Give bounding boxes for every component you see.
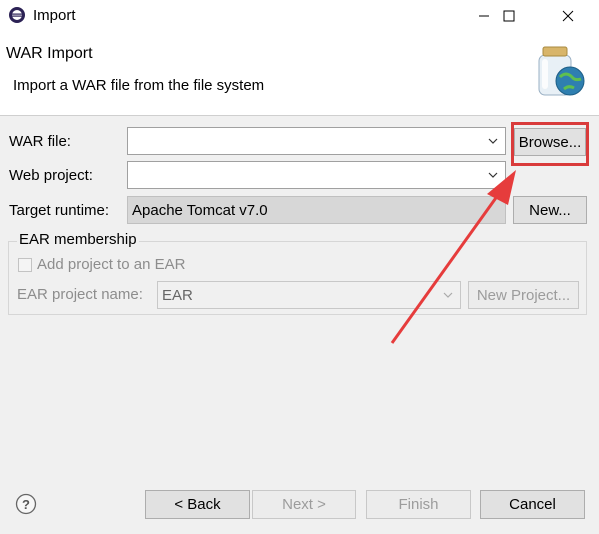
annotation-arrow-icon [390, 170, 516, 344]
war-file-combo[interactable] [127, 127, 506, 155]
wizard-title: WAR Import [6, 45, 93, 62]
target-runtime-label: Target runtime: [9, 202, 110, 219]
chevron-down-icon [488, 138, 498, 144]
help-icon[interactable]: ? [15, 493, 37, 515]
window-title: Import [33, 7, 76, 24]
ear-membership-title: EAR membership [17, 231, 139, 248]
war-jar-globe-icon [538, 46, 585, 96]
maximize-icon [503, 10, 515, 21]
next-button[interactable]: Next > [252, 490, 356, 519]
target-runtime-value: Apache Tomcat v7.0 [132, 202, 268, 219]
add-to-ear-checkbox[interactable] [18, 258, 32, 272]
title-bar: Import [0, 0, 599, 31]
finish-button[interactable]: Finish [366, 490, 471, 519]
add-to-ear-label: Add project to an EAR [37, 256, 186, 273]
ear-project-name-label: EAR project name: [17, 286, 143, 303]
eclipse-app-icon [9, 7, 25, 23]
maximize-button[interactable] [486, 0, 532, 31]
back-button[interactable]: < Back [145, 490, 250, 519]
close-icon [562, 10, 574, 21]
close-button[interactable] [545, 0, 591, 31]
cancel-button[interactable]: Cancel [480, 490, 585, 519]
ear-project-name-value: EAR [162, 287, 193, 304]
war-file-label: WAR file: [9, 133, 71, 150]
web-project-label: Web project: [9, 167, 93, 184]
wizard-header: WAR Import Import a WAR file from the fi… [0, 31, 599, 116]
wizard-description: Import a WAR file from the file system [13, 77, 265, 94]
svg-text:?: ? [22, 497, 30, 512]
